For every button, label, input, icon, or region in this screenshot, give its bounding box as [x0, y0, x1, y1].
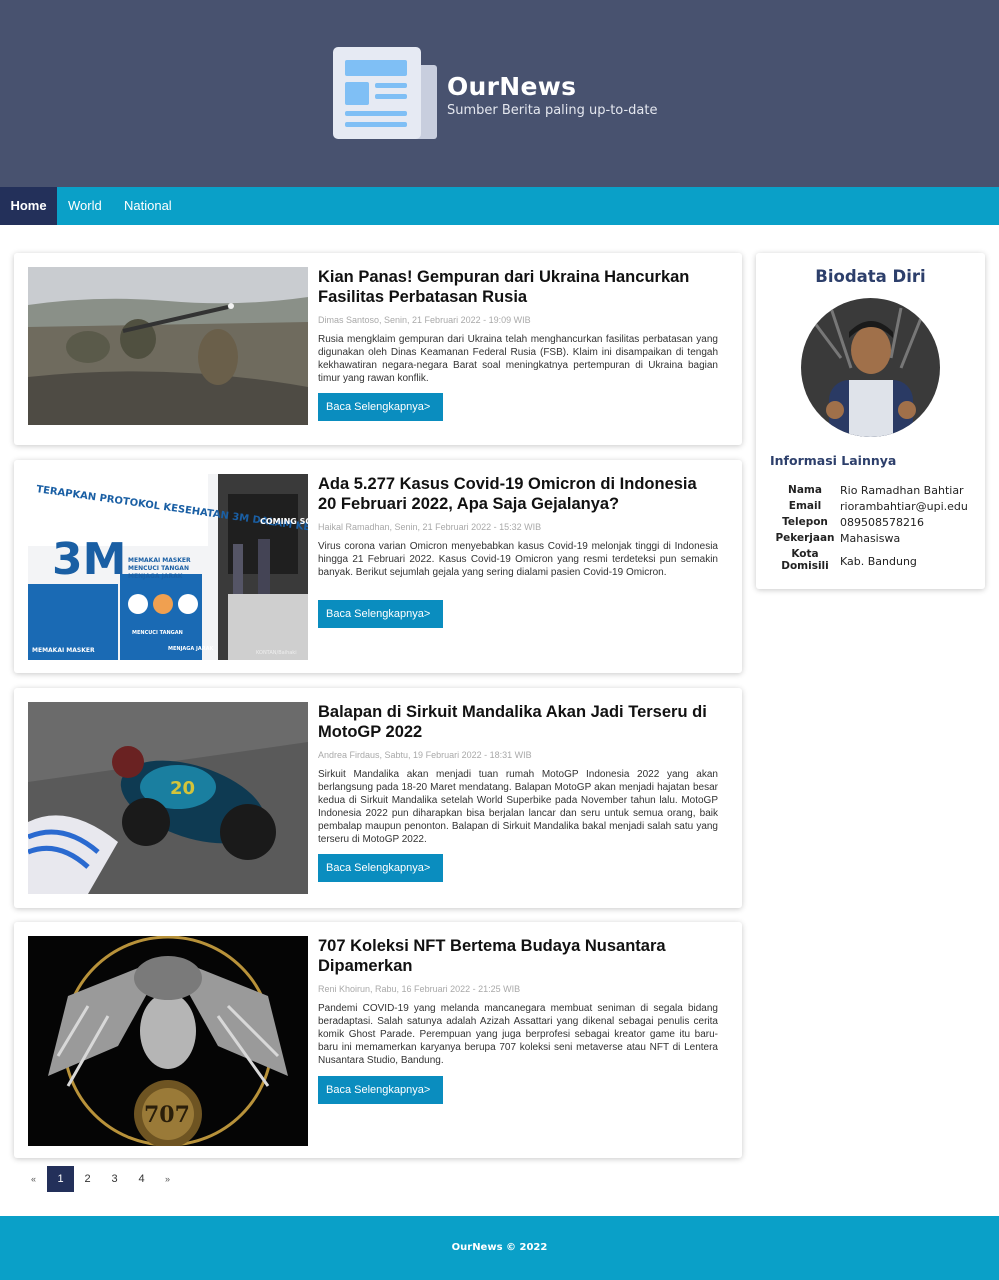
biodata-card: Biodata Diri Informasi Lainnya Nama Rio … [756, 253, 985, 589]
pagination-page-4[interactable]: 4 [128, 1166, 155, 1192]
image-label-3: MENJAGA JARAK [168, 646, 214, 652]
article-meta: Haikal Ramadhan, Senin, 21 Februari 2022… [318, 522, 542, 532]
bio-key: Telepon [782, 516, 828, 528]
article-card: 3M TERAPKAN PROTOKOL KESEHATAN 3M DALAM … [14, 460, 742, 673]
bio-value: Kab. Bandung [840, 555, 917, 568]
bio-value[interactable]: riorambahtiar@upi.edu [840, 500, 968, 513]
article-image[interactable] [28, 267, 308, 425]
bio-key: Pekerjaan [775, 532, 835, 544]
pagination-page-2[interactable]: 2 [74, 1166, 101, 1192]
brand-tagline: Sumber Berita paling up-to-date [447, 103, 658, 118]
read-more-button[interactable]: Baca Selengkapnya> [318, 1076, 443, 1104]
article-image[interactable]: 3M TERAPKAN PROTOKOL KESEHATAN 3M DALAM … [28, 474, 308, 660]
article-meta: Reni Khoirun, Rabu, 16 Februari 2022 - 2… [318, 984, 521, 994]
image-label-1: MEMAKAI MASKER [32, 647, 95, 654]
pagination-prev[interactable]: « [20, 1166, 47, 1192]
pagination-page-1[interactable]: 1 [47, 1166, 74, 1192]
article-image[interactable]: 707 [28, 936, 308, 1146]
image-list-1: MEMAKAI MASKER [128, 557, 191, 564]
main-nav: Home World National [0, 187, 999, 225]
site-header: OurNews Sumber Berita paling up-to-date [0, 0, 999, 187]
article-description: Pandemi COVID-19 yang melanda mancanegar… [318, 1003, 718, 1066]
bio-value: 089508578216 [840, 516, 924, 529]
bio-key: Kota Domisili [781, 548, 829, 572]
bio-value: Mahasiswa [840, 532, 901, 545]
image-3m-text: 3M [52, 534, 126, 585]
article-meta: Andrea Firdaus, Sabtu, 19 Februari 2022 … [318, 750, 532, 760]
article-description: Rusia mengklaim gempuran dari Ukraina te… [318, 334, 718, 384]
pagination-next[interactable]: » [154, 1166, 181, 1192]
article-card: 20 Balapan di Sirkuit Mandalika Akan Jad… [14, 688, 742, 908]
article-title[interactable]: Ada 5.277 Kasus Covid-19 Omicron di Indo… [318, 474, 718, 514]
image-list-2: MENCUCI TANGAN [128, 565, 189, 572]
article-description: Sirkuit Mandalika akan menjadi tuan ruma… [318, 769, 718, 845]
nav-national[interactable]: National [113, 187, 183, 225]
image-label-2: MENCUCI TANGAN [132, 630, 183, 636]
bio-key: Nama [788, 484, 822, 496]
biodata-title: Biodata Diri [815, 267, 926, 286]
bio-value: Rio Ramadhan Bahtiar [840, 484, 964, 497]
read-more-button[interactable]: Baca Selengkapnya> [318, 854, 443, 882]
biodata-subtitle: Informasi Lainnya [770, 453, 897, 468]
article-description: Virus corona varian Omicron menyebabkan … [318, 541, 718, 578]
nav-world[interactable]: World [57, 187, 113, 225]
article-title[interactable]: Balapan di Sirkuit Mandalika Akan Jadi T… [318, 702, 718, 742]
image-rider-number: 20 [170, 778, 195, 799]
read-more-button[interactable]: Baca Selengkapnya> [318, 600, 443, 628]
article-title[interactable]: 707 Koleksi NFT Bertema Budaya Nusantara… [318, 936, 718, 976]
footer-copyright: OurNews © 2022 [451, 1242, 548, 1253]
article-card: Kian Panas! Gempuran dari Ukraina Hancur… [14, 253, 742, 445]
image-credit: KONTAN/Baihaki [256, 650, 297, 656]
nav-home[interactable]: Home [0, 187, 57, 225]
bio-key: Email [788, 500, 822, 512]
article-image[interactable]: 20 [28, 702, 308, 894]
article-title[interactable]: Kian Panas! Gempuran dari Ukraina Hancur… [318, 267, 718, 307]
image-list-3: MENJAGA JARAK [128, 573, 183, 580]
avatar [801, 298, 940, 437]
newspaper-logo-icon[interactable] [333, 47, 437, 139]
article-card: 707 707 Koleksi NFT Bertema Budaya Nusan… [14, 922, 742, 1158]
pagination-page-3[interactable]: 3 [101, 1166, 128, 1192]
site-footer: OurNews © 2022 [0, 1216, 999, 1280]
read-more-button[interactable]: Baca Selengkapnya> [318, 393, 443, 421]
brand-title[interactable]: OurNews [447, 72, 576, 101]
image-sign-text: COMING SOON [260, 517, 308, 526]
image-707-text: 707 [144, 1102, 190, 1128]
article-meta: Dimas Santoso, Senin, 21 Februari 2022 -… [318, 315, 531, 325]
